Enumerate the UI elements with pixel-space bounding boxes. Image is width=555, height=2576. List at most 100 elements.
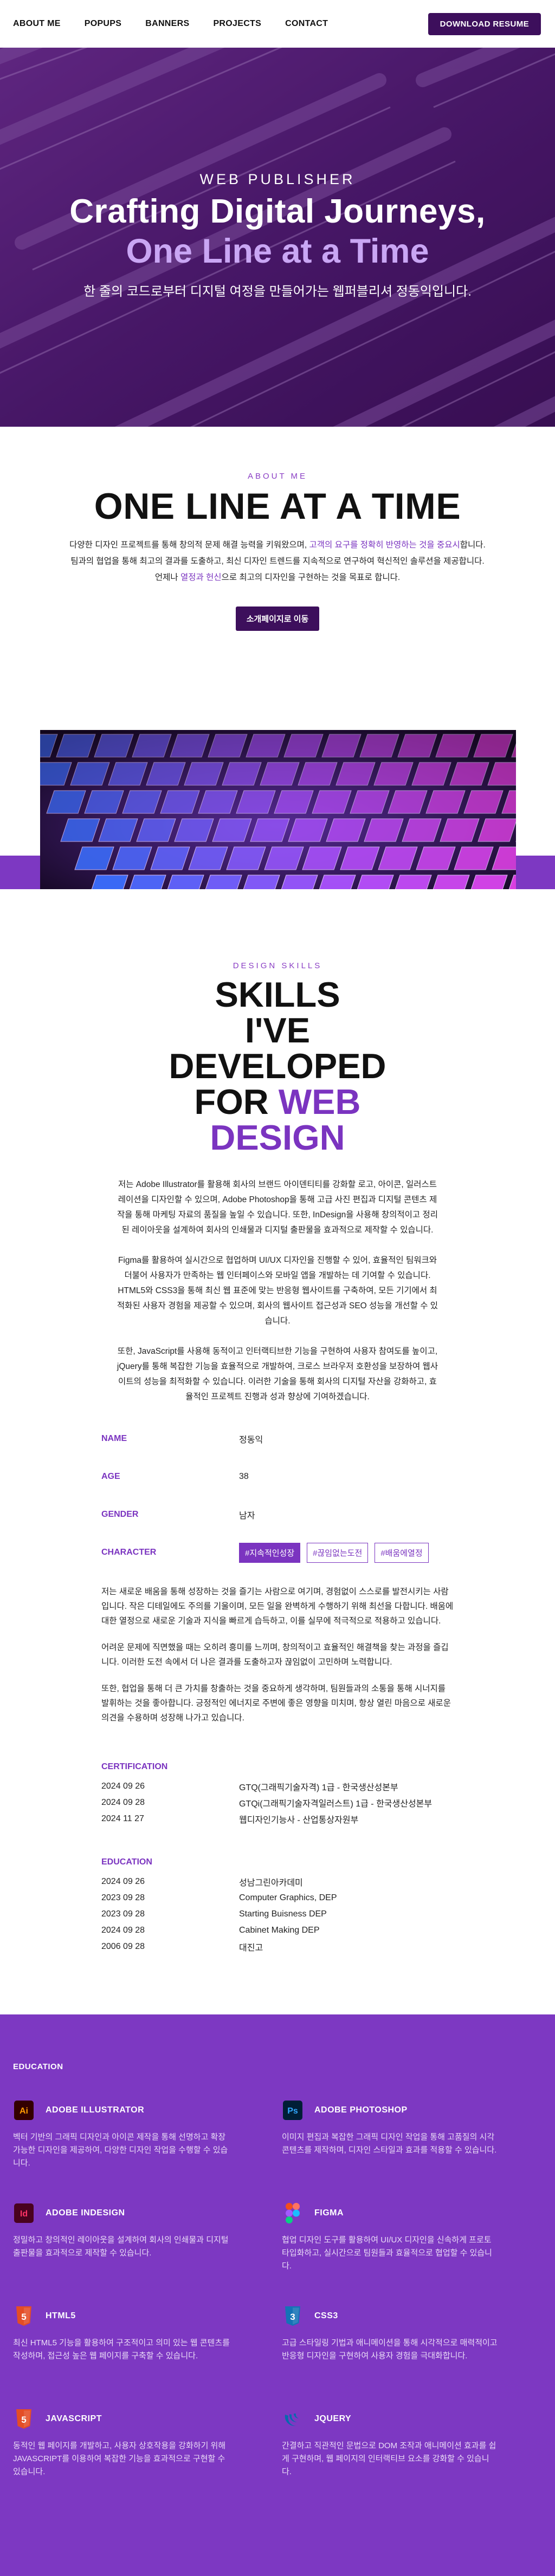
nav-link-contact[interactable]: CONTACT bbox=[285, 19, 328, 29]
hero-section: WEB PUBLISHER Crafting Digital Journeys,… bbox=[0, 48, 555, 427]
character-tag: #지속적인성장 bbox=[239, 1542, 301, 1563]
tool-card: Ps ADOBE PHOTOSHOP 이미지 편집과 복잡한 그래픽 디자인 작업을… bbox=[282, 2099, 551, 2202]
skills-title-line2: I'VE bbox=[244, 1010, 311, 1050]
item-date: 2023 09 28 bbox=[101, 1893, 145, 1902]
character-description: 저는 새로운 배움을 통해 성장하는 것을 즐기는 사람으로 여기며, 경험없이… bbox=[101, 1584, 454, 1725]
nav-link-popups[interactable]: POPUPS bbox=[85, 19, 122, 29]
tool-card-text: 고급 스타일링 기법과 애니메이션을 통해 시각적으로 매력적이고 반응형 디자… bbox=[282, 2338, 498, 2360]
top-nav: ABOUT ME POPUPS BANNERS PROJECTS CONTACT… bbox=[0, 0, 555, 48]
download-resume-button[interactable]: DOWNLOAD RESUME bbox=[428, 12, 541, 35]
keyboard-image bbox=[40, 730, 516, 889]
info-label: AGE bbox=[101, 1472, 120, 1481]
about-line3-highlight: 열정과 헌신 bbox=[180, 573, 222, 582]
tool-card-title: ADOBE INDESIGN bbox=[46, 2208, 125, 2218]
tool-card-text: 동적인 웹 페이지를 개발하고, 사용자 상호작용을 강화하기 위해 JAVAS… bbox=[13, 2441, 226, 2476]
info-value: 남자 bbox=[239, 1511, 255, 1521]
skills-title-line1: SKILLS bbox=[215, 975, 340, 1014]
item-name: 웹디자인기능사 - 산업통상자원부 bbox=[239, 1816, 359, 1825]
svg-text:3: 3 bbox=[290, 2312, 295, 2322]
nav-link-projects[interactable]: PROJECTS bbox=[213, 19, 261, 29]
info-value: 정동익 bbox=[239, 1436, 263, 1445]
info-label: CHARACTER bbox=[101, 1548, 157, 1557]
nav-link-about[interactable]: ABOUT ME bbox=[13, 19, 61, 29]
hero-content: WEB PUBLISHER Crafting Digital Journeys,… bbox=[0, 171, 555, 299]
item-date: 2006 09 28 bbox=[101, 1942, 145, 1951]
list-item: 2024 09 26 성남그린아카데미 bbox=[101, 1874, 454, 1890]
html5-icon: 5 bbox=[13, 2305, 35, 2327]
item-name: Starting Buisness DEP bbox=[239, 1909, 327, 1919]
about-line3: 언제나 bbox=[154, 573, 180, 582]
character-paragraph: 저는 새로운 배움을 통해 성장하는 것을 즐기는 사람으로 여기며, 경험없이… bbox=[101, 1587, 454, 1626]
tool-card-text: 이미지 편집과 복잡한 그래픽 디자인 작업을 통해 고품질의 시각 콘텐츠를 … bbox=[282, 2132, 497, 2155]
profile-info: NAME 정동익 AGE 38 GENDER 남자 CHARACTER #지속적… bbox=[101, 1420, 454, 1955]
about-line1-highlight: 고객의 요구를 정확히 반영하는 것을 중요시 bbox=[309, 540, 460, 550]
character-paragraph: 또한, 협업을 통해 더 큰 가치를 창출하는 것을 중요하게 생각하며, 팀원… bbox=[101, 1684, 451, 1723]
tool-card-text: 정밀하고 창의적인 레이아웃을 설계하여 회사의 인쇄물과 디지털 출판물을 효… bbox=[13, 2235, 229, 2258]
info-row-age: AGE 38 bbox=[101, 1458, 454, 1496]
nav-links: ABOUT ME POPUPS BANNERS PROJECTS CONTACT bbox=[13, 19, 328, 29]
item-name: GTQ(그래픽기술자격) 1급 - 한국생산성본부 bbox=[239, 1783, 398, 1792]
list-item: 2023 09 28 Computer Graphics, DEP bbox=[101, 1890, 454, 1906]
item-name: GTQi(그래픽기술자격일러스트) 1급 - 한국생산성본부 bbox=[239, 1799, 433, 1809]
item-name: Computer Graphics, DEP bbox=[239, 1893, 337, 1902]
nav-link-banners[interactable]: BANNERS bbox=[145, 19, 189, 29]
item-date: 2024 11 27 bbox=[101, 1814, 144, 1823]
tool-card-head: Ps ADOBE PHOTOSHOP bbox=[282, 2099, 551, 2121]
tool-card-text: 벡터 기반의 그래픽 디자인과 아이콘 제작을 통해 선명하고 확장 가능한 디… bbox=[13, 2132, 228, 2168]
tool-card: 5 JAVASCRIPT 동적인 웹 페이지를 개발하고, 사용자 상호작용을 강화… bbox=[13, 2408, 282, 2511]
tool-card-head: FIGMA bbox=[282, 2202, 551, 2224]
character-tag: #배움에열정 bbox=[375, 1542, 429, 1563]
info-row-character: CHARACTER #지속적인성장 #끊임없는도전 #배움에열정 bbox=[101, 1534, 454, 1571]
list-item: 2024 11 27 웹디자인기능사 - 산업통상자원부 bbox=[101, 1811, 454, 1827]
info-label: GENDER bbox=[101, 1510, 139, 1519]
tool-card-title: HTML5 bbox=[46, 2311, 76, 2320]
hero-title: Crafting Digital Journeys, bbox=[69, 193, 486, 230]
about-kicker: ABOUT ME bbox=[247, 472, 308, 481]
about-page-button[interactable]: 소개페이지로 이동 bbox=[235, 606, 320, 631]
skills-paragraph: Figma를 활용하여 실시간으로 협업하며 UI/UX 디자인을 진행할 수 … bbox=[117, 1256, 438, 1326]
item-date: 2024 09 28 bbox=[101, 1798, 145, 1807]
svg-text:5: 5 bbox=[21, 2312, 26, 2322]
about-section: ABOUT ME ONE LINE AT A TIME 다양한 디자인 프로젝트… bbox=[0, 427, 555, 730]
adobe-indesign-icon: Id bbox=[13, 2202, 35, 2224]
hero-kicker: WEB PUBLISHER bbox=[199, 171, 356, 187]
skills-title: SKILLS I'VE DEVELOPED FOR WEB DESIGN bbox=[0, 977, 555, 1156]
list-item: 2023 09 28 Starting Buisness DEP bbox=[101, 1906, 454, 1922]
tools-grid: Ai ADOBE ILLUSTRATOR 벡터 기반의 그래픽 디자인과 아이콘 제… bbox=[13, 2099, 542, 2511]
tool-card-title: ADOBE ILLUSTRATOR bbox=[46, 2105, 145, 2115]
jquery-icon bbox=[282, 2408, 304, 2430]
info-value: 38 bbox=[239, 1472, 249, 1481]
hero-title-highlight: One Line at a Time bbox=[126, 232, 429, 270]
svg-text:5: 5 bbox=[21, 2415, 26, 2425]
keyboard-banner bbox=[0, 730, 555, 914]
tool-card-title: JQUERY bbox=[314, 2414, 352, 2423]
item-name: Cabinet Making DEP bbox=[239, 1926, 320, 1935]
skills-paragraph: 또한, JavaScript를 사용해 동적이고 인터랙티브한 기능을 구현하여… bbox=[117, 1347, 438, 1401]
info-row-name: NAME 정동익 bbox=[101, 1420, 454, 1458]
keyboard-illustration bbox=[40, 730, 516, 889]
about-line2: 팀과의 협업을 통해 최고의 결과를 도출하고, 최신 디자인 트렌드를 지속적… bbox=[70, 557, 485, 566]
tool-card: 3 CSS3 고급 스타일링 기법과 애니메이션을 통해 시각적으로 매력적이고 반… bbox=[282, 2305, 551, 2408]
tool-card-title: JAVASCRIPT bbox=[46, 2414, 102, 2423]
about-line3-end: 으로 최고의 디자인을 구현하는 것을 목표로 합니다. bbox=[221, 573, 401, 582]
character-paragraph: 어려운 문제에 직면했을 때는 오히려 흥미를 느끼며, 창의적이고 효율적인 … bbox=[101, 1643, 449, 1667]
tool-card-title: FIGMA bbox=[314, 2208, 344, 2218]
adobe-photoshop-icon: Ps bbox=[282, 2099, 304, 2121]
svg-text:Ps: Ps bbox=[287, 2107, 298, 2116]
svg-text:Ai: Ai bbox=[20, 2107, 28, 2116]
skills-paragraph: 저는 Adobe Illustrator를 활용해 회사의 브랜드 아이덴티티를… bbox=[117, 1180, 438, 1235]
education-list: 2024 09 26 성남그린아카데미 2023 09 28 Computer Gr… bbox=[101, 1874, 454, 1955]
tools-section: EDUCATION Ai ADOBE ILLUSTRATOR 벡터 기반의 그래픽 … bbox=[0, 2014, 555, 2576]
certification-list: 2024 09 26 GTQ(그래픽기술자격) 1급 - 한국생산성본부 2024… bbox=[101, 1778, 454, 1827]
figma-icon bbox=[282, 2202, 304, 2224]
about-line1: 다양한 디자인 프로젝트를 통해 창의적 문제 해결 능력을 키워왔으며, bbox=[69, 540, 309, 550]
info-label: NAME bbox=[101, 1434, 127, 1443]
list-item: 2024 09 26 GTQ(그래픽기술자격) 1급 - 한국생산성본부 bbox=[101, 1778, 454, 1795]
info-row-gender: GENDER 남자 bbox=[101, 1496, 454, 1534]
svg-text:Id: Id bbox=[20, 2209, 28, 2219]
adobe-illustrator-icon: Ai bbox=[13, 2099, 35, 2121]
character-tags: #지속적인성장 #끊임없는도전 #배움에열정 bbox=[239, 1542, 429, 1563]
character-tag: #끊임없는도전 bbox=[307, 1542, 369, 1563]
tool-card: Id ADOBE INDESIGN 정밀하고 창의적인 레이아웃을 설계하여 회사의… bbox=[13, 2202, 282, 2305]
list-item: 2006 09 28 대진고 bbox=[101, 1939, 454, 1955]
